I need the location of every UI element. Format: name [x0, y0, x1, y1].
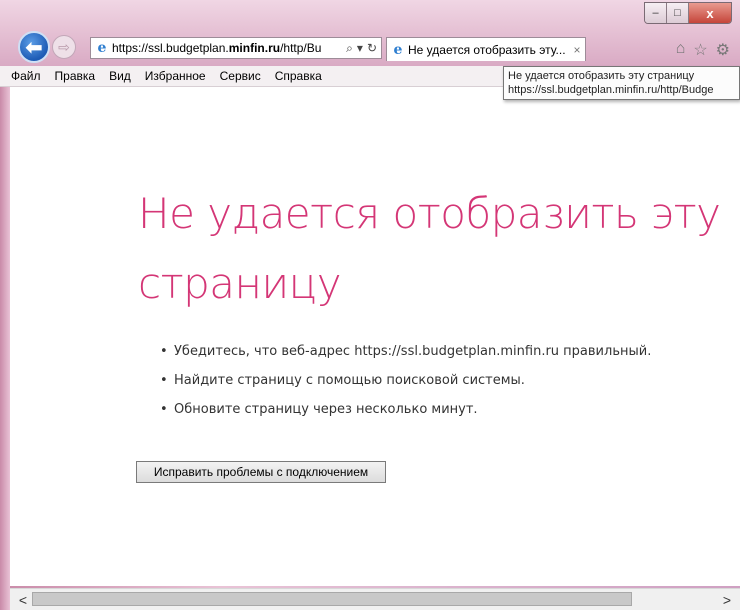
close-window-button[interactable]: x [689, 3, 731, 23]
ie-tab-icon: e [393, 41, 403, 58]
tab-tooltip: Не удается отобразить эту страницу https… [503, 66, 740, 100]
title-bar: – □ x ⬅ ⇨ e https://ssl.budgetplan.minfi… [0, 0, 740, 66]
scroll-thumb[interactable] [32, 592, 632, 606]
menu-favorites[interactable]: Избранное [138, 69, 213, 83]
list-item: • Обновите страницу через несколько минут… [160, 402, 478, 417]
forward-button[interactable]: ⇨ [52, 35, 76, 59]
page-content: Не удается отобразить эту страницу • Убед… [10, 87, 740, 586]
menu-view[interactable]: Вид [102, 69, 138, 83]
maximize-button[interactable]: □ [667, 3, 689, 23]
address-url[interactable]: https://ssl.budgetplan.minfin.ru/http/Bu [112, 41, 342, 55]
list-item: • Найдите страницу с помощью поисковой си… [160, 373, 525, 388]
home-icon[interactable]: ⌂ [676, 40, 686, 60]
tab-active[interactable]: e Не удается отобразить эту... × [386, 37, 586, 61]
minimize-button[interactable]: – [645, 3, 667, 23]
address-bar[interactable]: e https://ssl.budgetplan.minfin.ru/http/… [90, 37, 382, 59]
menu-edit[interactable]: Правка [48, 69, 103, 83]
window-left-border [0, 87, 10, 610]
toolbar-icons: ⌂ ☆ ⚙ [676, 40, 730, 60]
back-button[interactable]: ⬅ [18, 31, 50, 63]
menu-tools[interactable]: Сервис [213, 69, 268, 83]
menu-help[interactable]: Справка [268, 69, 329, 83]
tooltip-line2: https://ssl.budgetplan.minfin.ru/http/Bu… [508, 84, 714, 96]
tab-close-icon[interactable]: × [569, 43, 585, 57]
back-arrow-icon: ⬅ [25, 36, 43, 59]
chevron-down-icon[interactable]: ▾ [357, 41, 363, 55]
page-title: Не удается отобразить эту страницу [138, 179, 738, 319]
forward-arrow-icon: ⇨ [58, 38, 70, 55]
window-controls: – □ x [644, 2, 732, 24]
favorites-star-icon[interactable]: ☆ [693, 40, 707, 60]
scroll-right-icon[interactable]: > [718, 592, 736, 608]
tab-title: Не удается отобразить эту... [408, 42, 566, 57]
list-item: • Убедитесь, что веб-адрес https://ssl.bu… [160, 344, 652, 359]
search-icon[interactable]: ⌕ [346, 41, 353, 56]
page-title-line1: Не удается отобразить эту [138, 189, 721, 238]
scroll-left-icon[interactable]: < [14, 592, 32, 608]
tooltip-line1: Не удается отобразить эту страницу [508, 70, 695, 82]
horizontal-scrollbar[interactable]: < > [10, 588, 740, 610]
menu-file[interactable]: Файл [0, 69, 48, 83]
settings-gear-icon[interactable]: ⚙ [716, 40, 730, 60]
ie-logo-icon: e [97, 40, 107, 56]
fix-connection-button[interactable]: Исправить проблемы с подключением [136, 461, 386, 483]
refresh-icon[interactable]: ↻ [367, 41, 377, 55]
tips-list: • Убедитесь, что веб-адрес https://ssl.bu… [160, 337, 651, 424]
page-title-line2: страницу [138, 259, 342, 308]
